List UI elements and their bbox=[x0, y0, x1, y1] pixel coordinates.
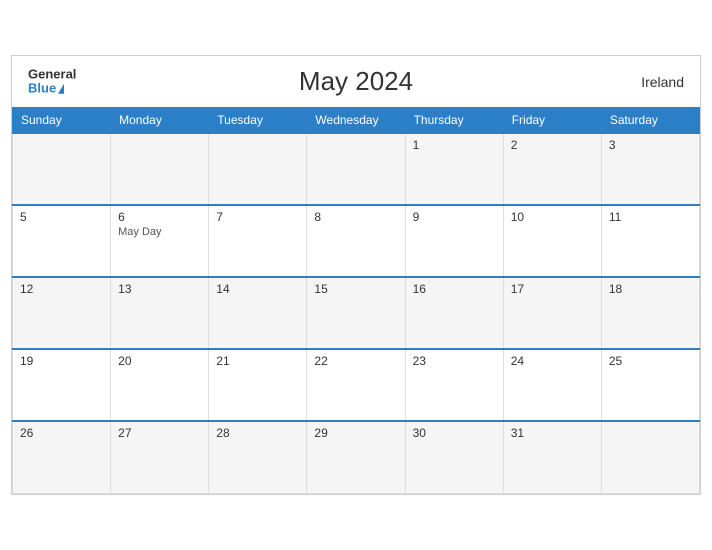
calendar-cell: 1 bbox=[405, 133, 503, 205]
day-number: 21 bbox=[216, 354, 299, 368]
calendar-cell: 17 bbox=[503, 277, 601, 349]
day-number: 16 bbox=[413, 282, 496, 296]
logo-general-text: General bbox=[28, 67, 76, 81]
logo: General Blue bbox=[28, 67, 76, 96]
header-tuesday: Tuesday bbox=[209, 108, 307, 134]
day-number: 31 bbox=[511, 426, 594, 440]
header-monday: Monday bbox=[111, 108, 209, 134]
calendar-cell bbox=[307, 133, 405, 205]
calendar-cell bbox=[601, 421, 699, 493]
week-row-1: 1 2 3 bbox=[13, 133, 700, 205]
day-number: 26 bbox=[20, 426, 103, 440]
calendar-table: Sunday Monday Tuesday Wednesday Thursday… bbox=[12, 107, 700, 494]
calendar-cell: 23 bbox=[405, 349, 503, 421]
calendar-header: General Blue May 2024 Ireland bbox=[12, 56, 700, 107]
day-number: 24 bbox=[511, 354, 594, 368]
calendar-cell: 3 bbox=[601, 133, 699, 205]
day-number: 6 bbox=[118, 210, 201, 224]
calendar-cell: 13 bbox=[111, 277, 209, 349]
day-number: 13 bbox=[118, 282, 201, 296]
day-number: 25 bbox=[609, 354, 692, 368]
day-number: 20 bbox=[118, 354, 201, 368]
day-number: 17 bbox=[511, 282, 594, 296]
day-number: 11 bbox=[609, 210, 692, 224]
header-saturday: Saturday bbox=[601, 108, 699, 134]
day-number: 19 bbox=[20, 354, 103, 368]
day-number: 5 bbox=[20, 210, 103, 224]
day-number: 9 bbox=[413, 210, 496, 224]
day-number: 30 bbox=[413, 426, 496, 440]
day-number: 23 bbox=[413, 354, 496, 368]
calendar-cell: 29 bbox=[307, 421, 405, 493]
week-row-2: 5 6 May Day 7 8 9 10 11 bbox=[13, 205, 700, 277]
calendar-cell: 28 bbox=[209, 421, 307, 493]
day-number: 8 bbox=[314, 210, 397, 224]
day-number: 14 bbox=[216, 282, 299, 296]
calendar-cell: 18 bbox=[601, 277, 699, 349]
week-row-3: 12 13 14 15 16 17 18 bbox=[13, 277, 700, 349]
week-row-4: 19 20 21 22 23 24 25 bbox=[13, 349, 700, 421]
calendar-cell: 21 bbox=[209, 349, 307, 421]
day-number: 22 bbox=[314, 354, 397, 368]
day-header-row: Sunday Monday Tuesday Wednesday Thursday… bbox=[13, 108, 700, 134]
day-number: 1 bbox=[413, 138, 496, 152]
logo-blue-text: Blue bbox=[28, 82, 56, 96]
day-number: 27 bbox=[118, 426, 201, 440]
calendar-cell: 15 bbox=[307, 277, 405, 349]
calendar-cell bbox=[111, 133, 209, 205]
calendar-cell: 22 bbox=[307, 349, 405, 421]
country-label: Ireland bbox=[641, 74, 684, 90]
calendar-cell: 7 bbox=[209, 205, 307, 277]
calendar-cell: 26 bbox=[13, 421, 111, 493]
calendar-cell: 31 bbox=[503, 421, 601, 493]
day-number: 15 bbox=[314, 282, 397, 296]
calendar-cell: 9 bbox=[405, 205, 503, 277]
calendar-cell: 24 bbox=[503, 349, 601, 421]
day-number: 2 bbox=[511, 138, 594, 152]
day-number: 10 bbox=[511, 210, 594, 224]
day-number: 28 bbox=[216, 426, 299, 440]
calendar-cell: 19 bbox=[13, 349, 111, 421]
calendar-cell: 16 bbox=[405, 277, 503, 349]
calendar-cell: 30 bbox=[405, 421, 503, 493]
calendar-cell bbox=[209, 133, 307, 205]
calendar-cell: 11 bbox=[601, 205, 699, 277]
day-number: 29 bbox=[314, 426, 397, 440]
day-number: 3 bbox=[609, 138, 692, 152]
week-row-5: 26 27 28 29 30 31 bbox=[13, 421, 700, 493]
header-thursday: Thursday bbox=[405, 108, 503, 134]
day-number: 12 bbox=[20, 282, 103, 296]
calendar-cell: 12 bbox=[13, 277, 111, 349]
calendar-cell: 2 bbox=[503, 133, 601, 205]
header-friday: Friday bbox=[503, 108, 601, 134]
day-number: 18 bbox=[609, 282, 692, 296]
day-number: 7 bbox=[216, 210, 299, 224]
calendar-cell: 20 bbox=[111, 349, 209, 421]
calendar-container: General Blue May 2024 Ireland Sunday Mon… bbox=[11, 55, 701, 495]
calendar-cell: 25 bbox=[601, 349, 699, 421]
calendar-cell: 27 bbox=[111, 421, 209, 493]
header-wednesday: Wednesday bbox=[307, 108, 405, 134]
calendar-cell: 8 bbox=[307, 205, 405, 277]
holiday-label: May Day bbox=[118, 226, 201, 238]
calendar-cell: 10 bbox=[503, 205, 601, 277]
calendar-cell: 5 bbox=[13, 205, 111, 277]
calendar-cell bbox=[13, 133, 111, 205]
logo-triangle-icon bbox=[58, 84, 64, 94]
calendar-cell: 6 May Day bbox=[111, 205, 209, 277]
calendar-cell: 14 bbox=[209, 277, 307, 349]
header-sunday: Sunday bbox=[13, 108, 111, 134]
calendar-title: May 2024 bbox=[299, 66, 413, 97]
